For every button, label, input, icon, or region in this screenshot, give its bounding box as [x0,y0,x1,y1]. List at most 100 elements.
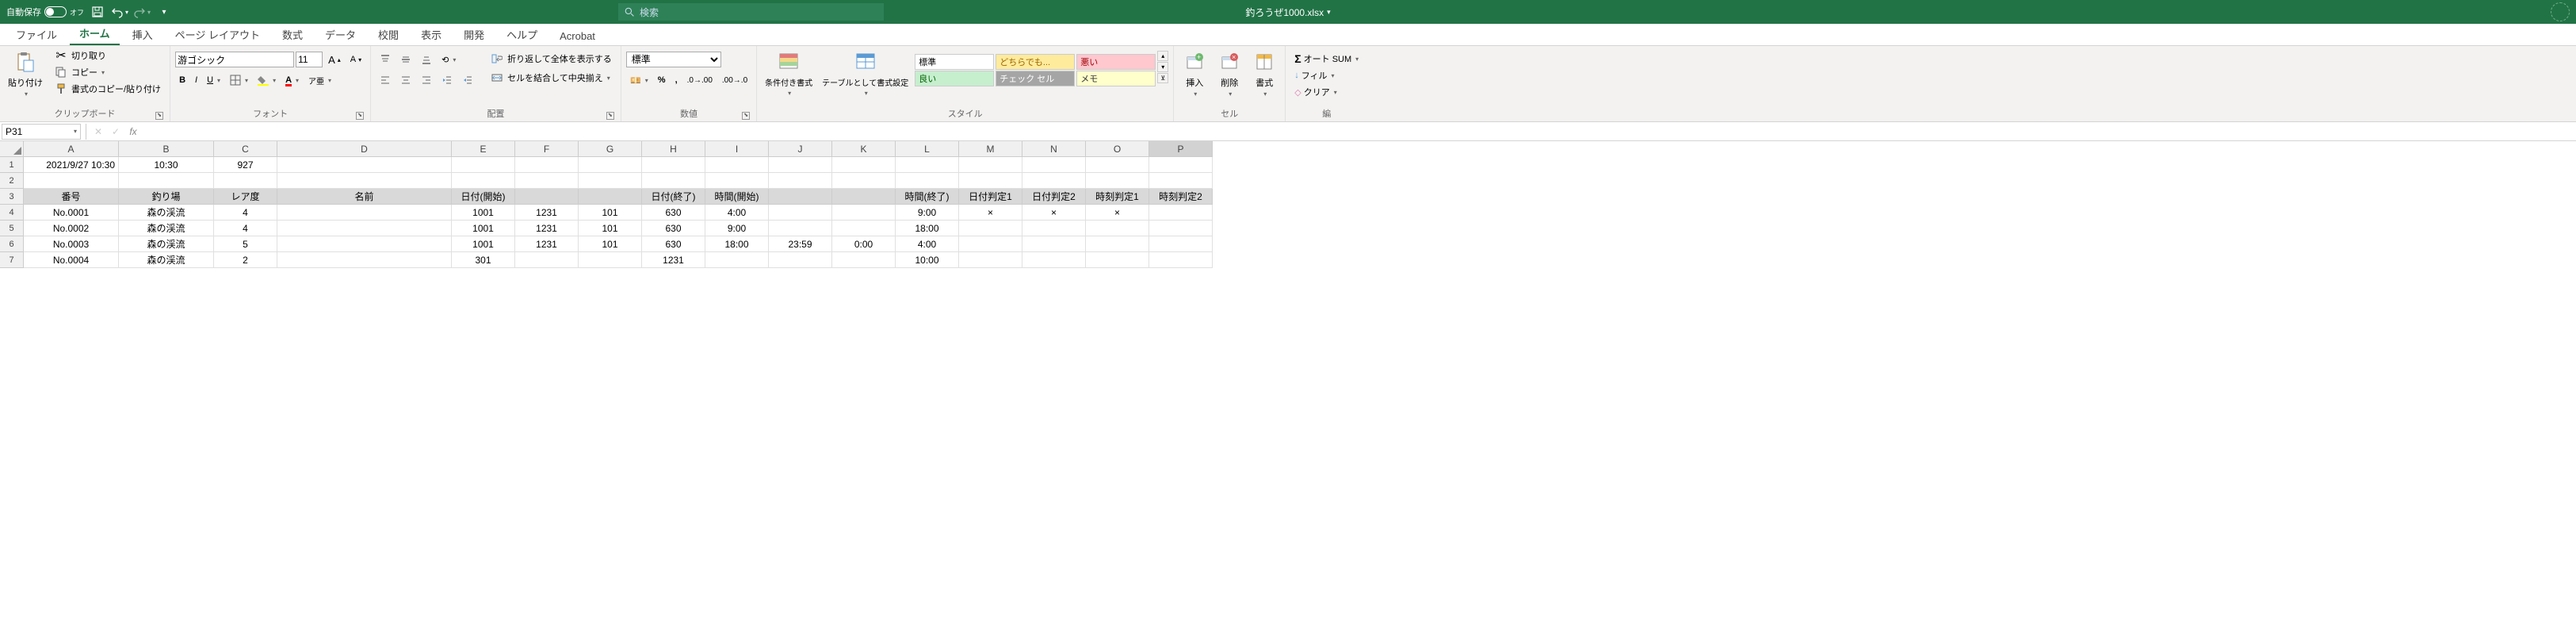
tab-ホーム[interactable]: ホーム [70,22,120,45]
cell-O5[interactable] [1086,221,1149,236]
cell-P3[interactable]: 時刻判定2 [1149,189,1213,205]
decrease-indent-button[interactable] [438,72,457,88]
cell-E1[interactable] [452,157,515,173]
delete-cells-button[interactable]: ×削除▾ [1213,48,1245,99]
cell-E5[interactable]: 1001 [452,221,515,236]
cell-N2[interactable] [1022,173,1086,189]
align-left-button[interactable] [376,72,395,88]
fill-color-button[interactable]: ▾ [254,72,280,88]
style-5[interactable]: メモ [1076,71,1156,86]
tab-ヘルプ[interactable]: ヘルプ [497,24,547,45]
account-icon[interactable] [2551,2,2570,21]
cell-E2[interactable] [452,173,515,189]
style-3[interactable]: 良い [915,71,994,86]
phonetic-button[interactable]: ア亜▾ [304,72,335,88]
cell-C4[interactable]: 4 [214,205,277,221]
col-header-B[interactable]: B [119,141,214,157]
tab-表示[interactable]: 表示 [411,24,451,45]
cell-D3[interactable]: 名前 [277,189,452,205]
col-header-K[interactable]: K [832,141,896,157]
cell-E3[interactable]: 日付(開始) [452,189,515,205]
align-middle-button[interactable] [396,52,415,67]
row-header-6[interactable]: 6 [0,236,24,252]
cell-K1[interactable] [832,157,896,173]
cell-G7[interactable] [579,252,642,268]
tab-挿入[interactable]: 挿入 [123,24,162,45]
cell-A1[interactable]: 2021/9/27 10:30 [24,157,119,173]
grow-font-button[interactable]: A▴ [324,52,345,67]
cell-C5[interactable]: 4 [214,221,277,236]
style-4[interactable]: チェック セル [996,71,1075,86]
italic-button[interactable]: I [191,72,201,88]
cell-L4[interactable]: 9:00 [896,205,959,221]
number-format-combo[interactable]: 標準 [626,52,721,67]
autosum-button[interactable]: Σオート SUM▾ [1290,51,1363,67]
cell-L7[interactable]: 10:00 [896,252,959,268]
save-icon[interactable] [89,3,106,21]
gallery-more-button[interactable]: ⊻ [1157,73,1168,83]
align-center-button[interactable] [396,72,415,88]
font-color-button[interactable]: A▾ [281,72,303,88]
name-box[interactable]: P31▾ [2,124,81,140]
cell-A2[interactable] [24,173,119,189]
cell-I1[interactable] [705,157,769,173]
cell-H2[interactable] [642,173,705,189]
cut-button[interactable]: ✂切り取り [49,48,165,63]
cell-A6[interactable]: No.0003 [24,236,119,252]
enter-formula-button[interactable]: ✓ [107,126,124,137]
tab-Acrobat[interactable]: Acrobat [550,27,605,45]
dialog-launcher-icon[interactable]: ⬊ [606,112,614,120]
style-0[interactable]: 標準 [915,54,994,70]
cell-I3[interactable]: 時間(開始) [705,189,769,205]
cell-N7[interactable] [1022,252,1086,268]
style-1[interactable]: どちらでも... [996,54,1075,70]
cell-H3[interactable]: 日付(終了) [642,189,705,205]
col-header-D[interactable]: D [277,141,452,157]
cell-L2[interactable] [896,173,959,189]
col-header-L[interactable]: L [896,141,959,157]
cell-D7[interactable] [277,252,452,268]
comma-button[interactable]: , [671,72,682,88]
align-bottom-button[interactable] [417,52,436,67]
cell-I2[interactable] [705,173,769,189]
col-header-E[interactable]: E [452,141,515,157]
format-painter-button[interactable]: 書式のコピー/貼り付け [49,81,165,97]
cell-L5[interactable]: 18:00 [896,221,959,236]
cell-B4[interactable]: 森の渓流 [119,205,214,221]
cell-D6[interactable] [277,236,452,252]
cell-H4[interactable]: 630 [642,205,705,221]
row-header-5[interactable]: 5 [0,221,24,236]
orientation-button[interactable]: ⟲▾ [438,52,460,67]
cell-P6[interactable] [1149,236,1213,252]
cell-D4[interactable] [277,205,452,221]
cell-G5[interactable]: 101 [579,221,642,236]
cell-H6[interactable]: 630 [642,236,705,252]
cell-I4[interactable]: 4:00 [705,205,769,221]
cell-B6[interactable]: 森の渓流 [119,236,214,252]
row-header-7[interactable]: 7 [0,252,24,268]
cell-P7[interactable] [1149,252,1213,268]
cell-F1[interactable] [515,157,579,173]
cell-J5[interactable] [769,221,832,236]
cell-N1[interactable] [1022,157,1086,173]
tab-校閲[interactable]: 校閲 [369,24,408,45]
copy-button[interactable]: コピー▾ [49,64,165,80]
cell-F5[interactable]: 1231 [515,221,579,236]
col-header-J[interactable]: J [769,141,832,157]
underline-button[interactable]: U▾ [203,72,224,88]
cell-O4[interactable]: × [1086,205,1149,221]
wrap-text-button[interactable]: 折り返して全体を表示する [485,51,616,67]
font-name-combo[interactable] [175,52,294,67]
cell-F3[interactable] [515,189,579,205]
col-header-O[interactable]: O [1086,141,1149,157]
formula-input[interactable] [142,124,2576,140]
tab-ファイル[interactable]: ファイル [6,24,67,45]
cell-A3[interactable]: 番号 [24,189,119,205]
cell-D5[interactable] [277,221,452,236]
cell-P5[interactable] [1149,221,1213,236]
cell-M6[interactable] [959,236,1022,252]
cell-B1[interactable]: 10:30 [119,157,214,173]
cell-P2[interactable] [1149,173,1213,189]
percent-button[interactable]: % [654,72,670,88]
redo-button[interactable]: ▾ [133,3,151,21]
